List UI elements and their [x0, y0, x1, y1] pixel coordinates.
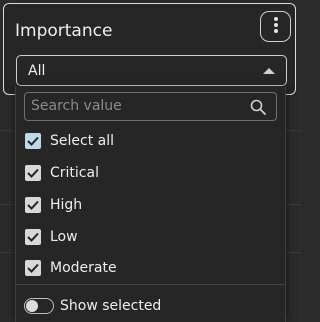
- select-all-checkbox[interactable]: [25, 133, 41, 149]
- select-all-label: Select all: [50, 133, 114, 149]
- dropdown-menu: Select all Critical High Low: [15, 86, 286, 322]
- option-checkbox[interactable]: [25, 229, 41, 245]
- show-selected-label: Show selected: [60, 298, 162, 314]
- search-icon[interactable]: [250, 99, 266, 115]
- option-moderate[interactable]: Moderate: [25, 256, 275, 280]
- search-field[interactable]: [24, 92, 277, 121]
- kebab-vertical-icon: [273, 16, 279, 38]
- divider: [16, 284, 285, 285]
- option-low[interactable]: Low: [25, 225, 275, 249]
- select-all-option[interactable]: Select all: [25, 129, 275, 153]
- check-icon: [27, 263, 39, 273]
- show-selected-row: Show selected: [24, 295, 161, 317]
- importance-select[interactable]: All: [16, 55, 287, 86]
- caret-up-icon: [263, 68, 275, 74]
- search-input[interactable]: [31, 96, 231, 116]
- check-icon: [27, 232, 39, 242]
- more-options-button[interactable]: [260, 11, 291, 42]
- check-icon: [27, 136, 39, 146]
- toggle-knob: [26, 300, 38, 312]
- show-selected-toggle[interactable]: [24, 298, 54, 314]
- check-icon: [27, 168, 39, 178]
- option-high[interactable]: High: [25, 193, 275, 217]
- option-critical[interactable]: Critical: [25, 161, 275, 185]
- select-value: All: [28, 63, 46, 79]
- option-checkbox[interactable]: [25, 197, 41, 213]
- option-checkbox[interactable]: [25, 165, 41, 181]
- option-label: Moderate: [50, 260, 117, 276]
- option-checkbox[interactable]: [25, 260, 41, 276]
- option-label: Low: [50, 229, 78, 245]
- option-label: High: [50, 197, 83, 213]
- option-label: Critical: [50, 165, 99, 181]
- check-icon: [27, 200, 39, 210]
- panel-title: Importance: [15, 21, 113, 41]
- filter-panel: Importance All: [3, 3, 296, 95]
